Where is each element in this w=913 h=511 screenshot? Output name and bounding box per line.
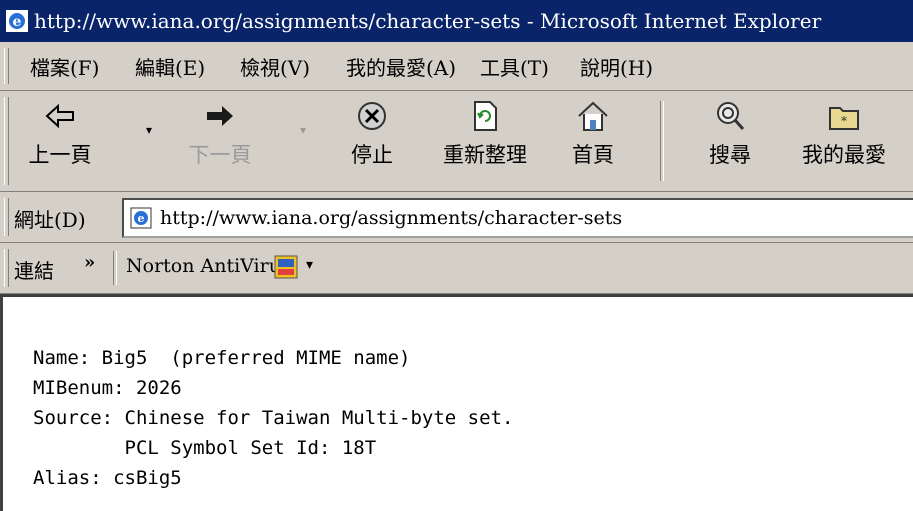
forward-label: 下一頁 <box>188 143 252 167</box>
stop-icon <box>355 99 389 133</box>
menu-bar: 檔案(F) 編輯(E) 檢視(V) 我的最愛(A) 工具(T) 說明(H) <box>0 42 913 91</box>
refresh-icon <box>468 99 502 133</box>
ie-logo-icon: e <box>6 10 28 32</box>
svg-text:*: * <box>841 114 847 128</box>
page-icon: e <box>130 207 152 229</box>
refresh-label: 重新整理 <box>443 143 527 167</box>
favorites-button[interactable]: * 我的最愛 <box>784 99 904 169</box>
stop-label: 停止 <box>351 143 393 167</box>
home-label: 首頁 <box>572 143 614 167</box>
content-line: Alias: csBig5 <box>33 467 182 489</box>
window-title: http://www.iana.org/assignments/characte… <box>34 9 822 33</box>
back-label: 上一頁 <box>28 143 92 167</box>
menu-favorites[interactable]: 我的最愛(A) <box>346 52 456 81</box>
back-dropdown-icon[interactable]: ▾ <box>146 123 152 137</box>
home-icon <box>576 99 610 133</box>
content-line: Name: Big5 (preferred MIME name) <box>33 347 411 369</box>
forward-arrow-icon <box>203 99 237 133</box>
norton-antivirus-button[interactable]: Norton AntiVirus <box>126 255 291 277</box>
standard-toolbar: 上一頁 ▾ 下一頁 ▾ 停止 重新整理 首頁 搜尋 * 我的最愛 <box>0 91 913 192</box>
menu-tools[interactable]: 工具(T) <box>480 52 549 81</box>
forward-button[interactable]: 下一頁 <box>180 99 260 169</box>
svg-text:e: e <box>13 14 22 30</box>
stop-button[interactable]: 停止 <box>332 99 412 169</box>
back-arrow-icon <box>43 99 77 133</box>
menu-help[interactable]: 說明(H) <box>580 52 653 81</box>
toolbar-separator <box>660 101 664 181</box>
address-input[interactable]: e http://www.iana.org/assignments/charac… <box>122 198 913 238</box>
forward-dropdown-icon[interactable]: ▾ <box>300 123 306 137</box>
norton-dropdown-icon[interactable]: ▾ <box>306 257 313 273</box>
svg-text:e: e <box>138 212 145 225</box>
content-line: Source: Chinese for Taiwan Multi-byte se… <box>33 407 514 429</box>
back-button[interactable]: 上一頁 <box>20 99 100 169</box>
search-icon <box>713 99 747 133</box>
links-separator <box>113 251 117 285</box>
favorites-icon: * <box>827 99 861 133</box>
address-url[interactable]: http://www.iana.org/assignments/characte… <box>160 207 622 229</box>
browser-window: e http://www.iana.org/assignments/charac… <box>0 0 913 511</box>
address-label: 網址(D) <box>14 208 86 232</box>
content-line: MIBenum: 2026 <box>33 377 182 399</box>
menu-grip[interactable] <box>4 48 9 84</box>
refresh-button[interactable]: 重新整理 <box>430 99 540 169</box>
norton-icon[interactable] <box>274 255 298 279</box>
address-bar: 網址(D) e http://www.iana.org/assignments/… <box>0 192 913 243</box>
menu-edit[interactable]: 編輯(E) <box>135 52 205 81</box>
links-chevron-icon[interactable]: » <box>84 252 95 273</box>
menu-view[interactable]: 檢視(V) <box>240 52 310 81</box>
toolbar-grip[interactable] <box>4 97 9 185</box>
search-label: 搜尋 <box>709 143 751 167</box>
menu-file[interactable]: 檔案(F) <box>30 52 99 81</box>
browser-chrome: 檔案(F) 編輯(E) 檢視(V) 我的最愛(A) 工具(T) 說明(H) 上一… <box>0 42 913 294</box>
links-label: 連結 <box>14 259 54 283</box>
favorites-label: 我的最愛 <box>802 143 886 167</box>
address-grip[interactable] <box>4 198 9 236</box>
page-content: Name: Big5 (preferred MIME name) MIBenum… <box>0 294 913 511</box>
content-line: PCL Symbol Set Id: 18T <box>33 437 377 459</box>
search-button[interactable]: 搜尋 <box>690 99 770 169</box>
links-bar: 連結 » Norton AntiVirus ▾ <box>0 243 913 294</box>
links-grip[interactable] <box>4 249 9 287</box>
home-button[interactable]: 首頁 <box>553 99 633 169</box>
title-bar[interactable]: e http://www.iana.org/assignments/charac… <box>0 0 913 42</box>
